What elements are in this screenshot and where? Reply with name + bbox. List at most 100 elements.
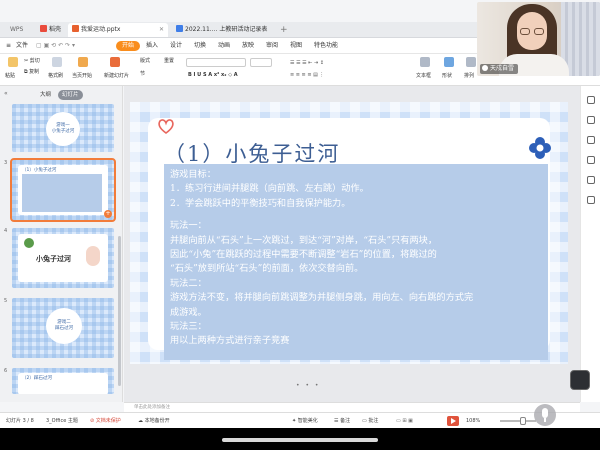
new-slide-icon[interactable] [110,57,120,67]
textbox-icon[interactable] [420,57,430,67]
tab-docer-label: 稻壳 [49,26,62,33]
tab-slides[interactable]: 幻灯片 [58,90,83,100]
leaf-illustration [24,238,34,248]
arrange-icon[interactable] [466,57,476,67]
paste-icon[interactable] [8,57,18,67]
animation-icon[interactable] [587,136,595,144]
backup-label: 本地备份开 [144,418,170,424]
comment-label: 批注 [368,418,379,424]
video-call-overlay[interactable]: 天戍自雪 [477,2,600,76]
body-line: 游戏目标： [170,169,216,180]
cut-button[interactable]: ✂ 剪切 [24,57,40,65]
add-slide-icon[interactable]: + [104,210,112,218]
body-line: 游戏方法不变，将并腿向前跳调整为并腿侧身跳，用向左、向右跳的方式完 [170,292,474,304]
font-name-select[interactable] [186,58,246,67]
style-icon[interactable] [587,176,595,184]
paste-button[interactable]: 粘贴 [5,72,15,80]
notes-label: 备注 [340,418,351,424]
home-indicator[interactable] [222,438,378,442]
thumb-label: （1）小兔子过河 [22,168,57,173]
view-mode-icons[interactable]: ▭ ⊞ ▣ [396,413,413,429]
thumb-label: （2）踩石过河 [22,376,52,381]
arrange-button[interactable]: 排列 [464,72,474,80]
tab-outline[interactable]: 大纲 [36,90,55,100]
slide-count: 幻灯片 3 / 8 [6,418,34,424]
hamburger-icon[interactable]: ≡ [6,38,11,54]
new-slide-button[interactable]: 新建幻灯片 [104,72,129,80]
zoom-slider-track[interactable] [500,420,536,422]
text-format-buttons[interactable]: B I U S A x² x₂ ◇ A [188,71,238,79]
new-tab-icon[interactable]: + [280,22,288,38]
slide-thumbnail-4[interactable]: 小兔子过河 [12,228,114,288]
menu-design[interactable]: 设计 [170,38,182,54]
slide-pager[interactable]: • • • [296,382,320,389]
menu-view[interactable]: 视图 [290,38,302,54]
tab-wps-home[interactable]: WPS [6,23,36,37]
align-buttons[interactable]: ≡ ≡ ≡ ≡ ▤ ⋮ [290,71,324,79]
font-size-select[interactable] [250,58,272,67]
body-line: 成游戏。 [170,306,207,318]
backup-status[interactable]: ☁ 本地备份开 [138,413,170,429]
select-icon[interactable] [587,116,595,124]
play-slideshow-button[interactable] [447,416,459,426]
notes-button[interactable]: ☰ 备注 [334,413,350,429]
copy-button[interactable]: ⧉ 复制 [24,68,39,76]
slide-body-textbox[interactable]: 游戏目标： 1．练习行进间并腿跳（向前跳、左右跳）动作。 2．学会跳跃中的平衡技… [164,164,548,360]
menu-review[interactable]: 审阅 [266,38,278,54]
slide-thumbnail-3[interactable]: （1）小兔子过河 + [10,158,116,222]
star-icon[interactable] [587,196,595,204]
tab-document-record[interactable]: 2022.11.... 上教研活动记录表 [172,23,276,37]
zoom-level[interactable]: 108% [466,413,480,429]
rabbit-illustration [86,246,100,266]
tab-docer[interactable]: 稻壳 [36,23,68,37]
magic-icon[interactable] [587,156,595,164]
slide-thumbnail-6[interactable]: （2）踩石过河 [12,368,114,394]
floating-tool-button[interactable] [570,370,590,390]
thumbnail-scrollbar[interactable] [118,236,121,386]
paragraph-buttons[interactable]: ☰ ☰ ☰ ⇤ ⇥ ↕ [290,59,324,67]
layout-button[interactable]: 版式 [140,57,150,65]
play-from-current-button[interactable]: 当页开始 [72,72,92,80]
menu-features[interactable]: 特色功能 [314,38,338,54]
zoom-slider-handle[interactable] [520,417,526,425]
protect-label: 文档未保护 [95,418,121,424]
slide-thumbnail-panel: 大纲 幻灯片 « 游戏一 小兔子过河 3 （1）小兔子过河 + 4 小兔子过河 … [0,86,123,402]
quick-access-icons[interactable]: ▢ ▣ ⟲ ↶ ↷ ▾ [36,38,75,54]
menu-slideshow[interactable]: 放映 [242,38,254,54]
property-icon[interactable] [587,96,595,104]
protect-status[interactable]: ⊘ 文档未保护 [90,413,121,429]
microphone-icon[interactable] [534,404,556,426]
slide-thumbnail-2[interactable]: 游戏一 小兔子过河 [12,104,114,152]
format-painter-button[interactable]: 格式刷 [48,72,63,80]
notes-bar[interactable]: 单击此处添加备注 [124,402,580,412]
right-tool-strip [580,86,600,402]
close-icon[interactable]: ✕ [159,23,164,37]
slide-canvas[interactable]: （1）小兔子过河 游戏目标： 1．练习行进间并腿跳（向前跳、左右跳）动作。 2．… [130,102,568,364]
menu-transition[interactable]: 切换 [194,38,206,54]
comment-button[interactable]: ▭ 批注 [362,413,378,429]
slide-thumbnail-5[interactable]: 游戏二 踩石过河 [12,298,114,358]
smart-beautify-button[interactable]: ✦ 智能美化 [292,413,318,429]
menu-file[interactable]: 文件 [16,38,28,54]
status-bar: 幻灯片 3 / 8 3_Office 主题 ⊘ 文档未保护 ☁ 本地备份开 ✦ … [0,412,600,428]
body-line: 玩法二： [170,277,207,289]
section-button[interactable]: 节 [140,70,145,78]
play-from-current-icon[interactable] [78,57,88,67]
theme-name: 3_Office 主题 [46,418,78,424]
reset-button[interactable]: 重置 [164,57,174,65]
textbox-button[interactable]: 文本框 [416,72,431,80]
format-painter-icon[interactable] [52,57,62,67]
collapse-panel-icon[interactable]: « [4,90,8,97]
tab-document-label: 我爱运动.pptx [81,26,121,33]
heart-decoration [158,119,174,134]
shape-button[interactable]: 形状 [442,72,452,80]
body-line: 并腿向前从“石头”上一次跳过，到达“河”对岸，“石头”只有两块， [170,234,438,246]
participant-name-tag: 天戍自雪 [480,64,519,74]
thumb-textbox [22,174,102,212]
menu-animation[interactable]: 动画 [218,38,230,54]
shape-icon[interactable] [444,57,454,67]
menu-insert[interactable]: 插入 [146,38,158,54]
menu-start[interactable]: 开始 [116,41,140,51]
tab-document-pptx[interactable]: 我爱运动.pptx ✕ [68,23,168,37]
thumb-label: 游戏二 踩石过河 [55,320,73,331]
